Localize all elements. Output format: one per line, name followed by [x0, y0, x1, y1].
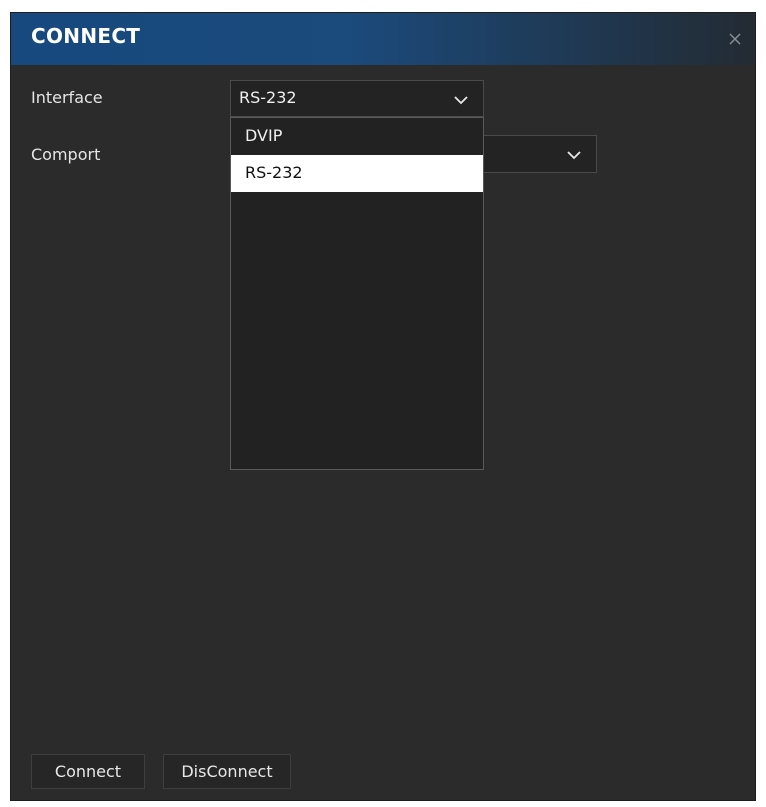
connect-button[interactable]: Connect — [31, 754, 145, 789]
dropdown-option-rs232[interactable]: RS-232 — [231, 155, 483, 192]
title-bar: CONNECT — [11, 13, 755, 65]
chevron-down-icon — [453, 91, 469, 105]
dropdown-option-label: RS-232 — [245, 163, 303, 182]
dialog-title: CONNECT — [31, 24, 141, 48]
disconnect-button[interactable]: DisConnect — [163, 754, 291, 789]
interface-select-value: RS-232 — [239, 88, 297, 107]
chevron-down-icon — [566, 146, 582, 160]
connect-dialog: CONNECT Interface RS-232 Comport DVIP RS… — [10, 12, 756, 801]
comport-label: Comport — [31, 145, 101, 164]
dropdown-option-label: DVIP — [245, 126, 283, 145]
interface-select[interactable]: RS-232 — [230, 80, 484, 117]
interface-dropdown-list: DVIP RS-232 — [230, 117, 484, 470]
interface-label: Interface — [31, 88, 103, 107]
dropdown-option-dvip[interactable]: DVIP — [231, 118, 483, 155]
close-icon[interactable] — [725, 29, 745, 49]
